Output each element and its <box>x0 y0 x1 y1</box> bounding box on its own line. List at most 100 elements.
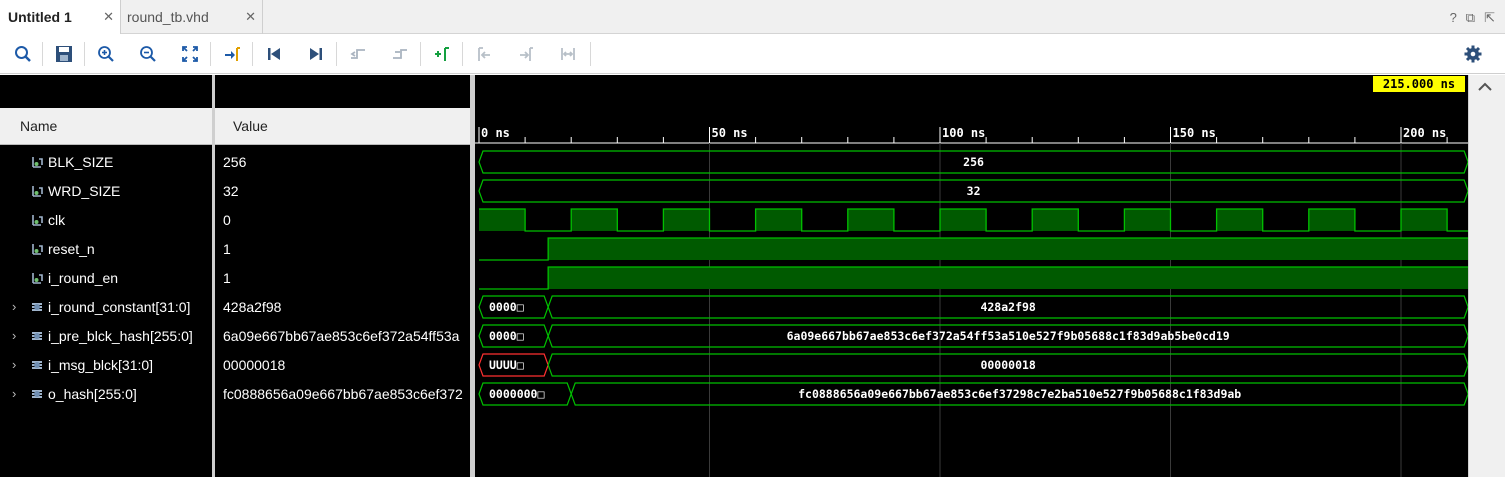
close-icon[interactable]: ✕ <box>103 9 114 25</box>
clk-high-fill <box>1401 209 1448 231</box>
signal-name: clk <box>48 211 66 228</box>
msg-blck-value: UUUU□ <box>489 358 524 372</box>
signal-row[interactable]: clk <box>0 205 212 234</box>
signal-value: 428a2f98 <box>223 298 282 315</box>
bus-signal-icon <box>32 302 42 311</box>
tab-untitled-1[interactable]: Untitled 1 ✕ <box>0 0 121 34</box>
toolbar <box>0 34 1505 74</box>
save-icon[interactable] <box>50 40 78 68</box>
bus-signal-icon <box>32 389 42 398</box>
clk-high-fill <box>479 209 526 231</box>
signal-row[interactable]: › i_round_constant[31:0] <box>0 292 212 321</box>
o-hash-value: fc0888656a09e667bb67ae853c6ef37298c7e2ba… <box>798 387 1241 401</box>
gear-icon[interactable] <box>1461 42 1485 66</box>
chevron-right-icon[interactable]: › <box>12 328 22 343</box>
clk-high-fill <box>1216 209 1263 231</box>
time-label: 200 ns <box>1403 126 1446 140</box>
time-label: 50 ns <box>712 126 748 140</box>
previous-transition-icon[interactable] <box>344 40 372 68</box>
vertical-scrollbar[interactable] <box>1468 75 1505 477</box>
signal-value: 0 <box>223 211 231 228</box>
bus-signal-icon <box>32 360 42 369</box>
pre-blck-hash-value: 6a09e667bb67ae853c6ef372a54ff53a510e527f… <box>787 329 1230 343</box>
pre-blck-hash-value: 0000□ <box>489 329 524 343</box>
signal-name: BLK_SIZE <box>48 153 114 170</box>
blk-size-value: 256 <box>963 155 984 169</box>
tab-label: Untitled 1 <box>8 9 72 25</box>
previous-marker-icon[interactable] <box>470 40 498 68</box>
signal-row[interactable]: › i_msg_blck[31:0] <box>0 350 212 379</box>
msg-blck-value: 00000018 <box>980 358 1035 372</box>
clk-high-fill <box>940 209 987 231</box>
scalar-signal-icon <box>32 243 43 255</box>
waveform-panel[interactable]: 215.000 ns 0 ns 50 ns 100 ns 150 ns 200 ns 256… <box>475 75 1471 477</box>
name-panel: Name BLK_SIZE WRD_SIZEclk reset_n i_round_e… <box>0 75 212 477</box>
signal-row[interactable]: BLK_SIZE <box>0 147 212 176</box>
tab-round-tb[interactable]: round_tb.vhd ✕ <box>121 0 263 34</box>
chevron-right-icon[interactable]: › <box>12 357 22 372</box>
signal-high-fill <box>548 238 1469 260</box>
value-panel: Value 256 32 0 1 1 428a2f98 6a09e667bb67ae853c… <box>215 75 470 477</box>
signal-value: 00000018 <box>223 356 286 373</box>
scalar-signal-icon <box>32 185 43 197</box>
swap-cursors-icon[interactable] <box>554 40 582 68</box>
clk-high-fill <box>571 209 618 231</box>
signal-name: i_round_en <box>48 269 119 286</box>
scroll-up-icon[interactable] <box>1469 75 1505 99</box>
signal-name: reset_n <box>48 240 95 257</box>
signal-row[interactable]: › o_hash[255:0] <box>0 379 212 408</box>
signal-name: o_hash[255:0] <box>48 385 137 402</box>
help-icon[interactable]: ? <box>1450 10 1457 26</box>
close-icon[interactable]: ✕ <box>245 9 256 25</box>
signal-row[interactable]: › i_pre_blck_hash[255:0] <box>0 321 212 350</box>
window-controls: ? ⧉ ⇱ <box>1450 10 1495 26</box>
restore-icon[interactable]: ⧉ <box>1466 10 1475 26</box>
signal-name: WRD_SIZE <box>48 182 121 199</box>
signal-name: i_pre_blck_hash[255:0] <box>48 327 193 344</box>
tab-bar: Untitled 1 ✕ round_tb.vhd ✕ ? ⧉ ⇱ <box>0 0 1505 34</box>
signal-row[interactable]: reset_n <box>0 234 212 263</box>
signal-value: 32 <box>223 182 239 199</box>
signal-high-fill <box>548 267 1469 289</box>
clk-high-fill <box>847 209 894 231</box>
signal-row[interactable]: WRD_SIZE <box>0 176 212 205</box>
value-column-header[interactable]: Value <box>215 108 470 145</box>
go-to-end-icon[interactable] <box>302 40 330 68</box>
time-label: 0 ns <box>481 126 510 140</box>
zoom-fit-icon[interactable] <box>176 40 204 68</box>
search-icon[interactable] <box>9 40 37 68</box>
go-to-start-icon[interactable] <box>260 40 288 68</box>
add-marker-icon[interactable] <box>428 40 456 68</box>
wrd-size-value: 32 <box>967 184 981 198</box>
name-column-header[interactable]: Name <box>0 108 212 145</box>
signal-value: 6a09e667bb67ae853c6ef372a54ff53a <box>223 327 460 344</box>
time-label: 100 ns <box>942 126 985 140</box>
bus-signal-icon <box>32 331 42 340</box>
signal-row[interactable]: i_round_en <box>0 263 212 292</box>
clk-high-fill <box>663 209 710 231</box>
clk-high-fill <box>1032 209 1079 231</box>
time-label: 150 ns <box>1173 126 1216 140</box>
signal-value: fc0888656a09e667bb67ae853c6ef372 <box>223 385 463 402</box>
signal-name: i_round_constant[31:0] <box>48 298 191 315</box>
next-transition-icon[interactable] <box>386 40 414 68</box>
next-marker-icon[interactable] <box>512 40 540 68</box>
signal-value: 1 <box>223 240 231 257</box>
maximize-icon[interactable]: ⇱ <box>1484 10 1495 26</box>
scalar-signal-icon <box>32 156 43 168</box>
round-constant-value: 428a2f98 <box>980 300 1035 314</box>
clk-high-fill <box>755 209 802 231</box>
chevron-right-icon[interactable]: › <box>12 299 22 314</box>
signal-name: i_msg_blck[31:0] <box>48 356 154 373</box>
tab-label: round_tb.vhd <box>127 9 209 25</box>
cursor-time-label: 215.000 ns <box>1383 77 1455 91</box>
signal-value: 256 <box>223 153 247 170</box>
round-constant-value: 0000□ <box>489 300 524 314</box>
zoom-in-icon[interactable] <box>92 40 120 68</box>
zoom-out-icon[interactable] <box>134 40 162 68</box>
chevron-right-icon[interactable]: › <box>12 386 22 401</box>
clk-high-fill <box>1308 209 1355 231</box>
clk-high-fill <box>1124 209 1171 231</box>
go-to-cursor-icon[interactable] <box>218 40 246 68</box>
scalar-signal-icon <box>32 214 43 226</box>
